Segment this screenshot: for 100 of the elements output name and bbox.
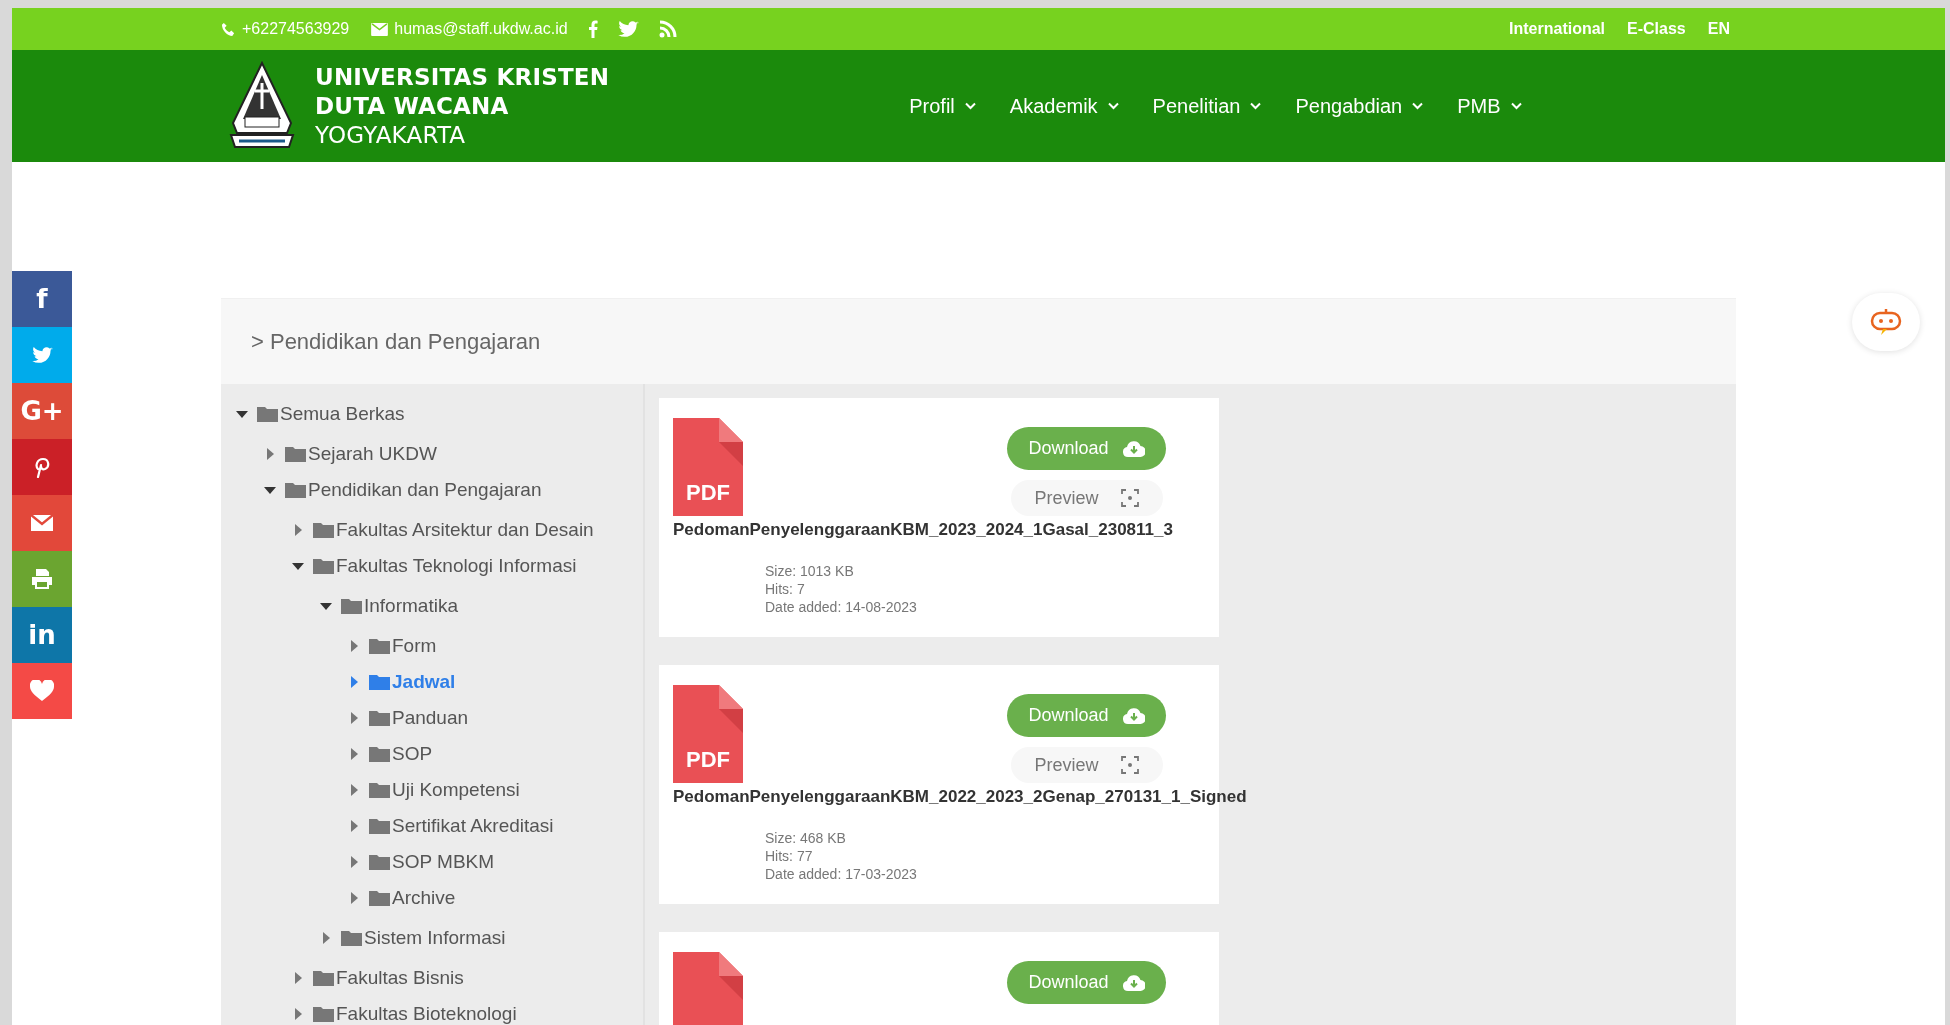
expanded-caret-icon[interactable] xyxy=(292,562,304,570)
chat-button[interactable] xyxy=(1852,293,1920,351)
folder-tree-item[interactable]: Form xyxy=(369,635,437,657)
folder-tree-item[interactable]: Archive xyxy=(369,887,456,909)
pdf-file-icon xyxy=(673,952,743,1025)
folder-icon xyxy=(341,930,362,946)
chevron-down-icon xyxy=(1107,102,1119,110)
expanded-caret-icon[interactable] xyxy=(236,410,248,418)
collapsed-caret-icon[interactable] xyxy=(350,676,358,688)
collapsed-caret-icon[interactable] xyxy=(322,932,330,944)
folder-icon xyxy=(369,818,390,834)
share-button[interactable]: in xyxy=(12,607,72,663)
collapsed-caret-icon[interactable] xyxy=(350,820,358,832)
phone-icon xyxy=(221,21,236,37)
folder-icon xyxy=(369,890,390,906)
folder-tree-item[interactable]: Fakultas Teknologi Informasi xyxy=(313,555,577,577)
collapsed-caret-icon[interactable] xyxy=(350,748,358,760)
collapsed-caret-icon[interactable] xyxy=(350,856,358,868)
folder-icon xyxy=(369,674,390,690)
folder-icon xyxy=(341,598,362,614)
share-button[interactable]: f xyxy=(12,271,72,327)
nav-menu-item[interactable]: Akademik xyxy=(1009,94,1119,118)
pdf-file-icon: PDF xyxy=(673,418,743,516)
folder-icon xyxy=(369,710,390,726)
cloud-download-icon xyxy=(1122,974,1145,991)
facebook-icon[interactable] xyxy=(587,20,598,38)
folder-icon xyxy=(285,446,306,462)
twitter-share-button[interactable] xyxy=(12,327,72,383)
file-size: Size: 1013 KB xyxy=(765,562,855,580)
folder-tree-item[interactable]: Uji Kompetensi xyxy=(369,779,520,801)
file-hits: Hits: 7 xyxy=(765,580,806,598)
folder-icon xyxy=(313,558,334,574)
focus-icon xyxy=(1120,756,1139,774)
folder-icon xyxy=(285,482,306,498)
nav-menu-item[interactable]: Penelitian xyxy=(1152,94,1262,118)
bird-icon xyxy=(31,346,53,364)
pinterest-share-button[interactable] xyxy=(12,439,72,495)
preview-button[interactable]: Preview xyxy=(1010,480,1163,516)
folder-icon xyxy=(257,406,278,422)
folder-tree-item[interactable]: Sejarah UKDW xyxy=(285,443,437,465)
folder-icon xyxy=(313,522,334,538)
collapsed-caret-icon[interactable] xyxy=(294,972,302,984)
phone-number: +62274563929 xyxy=(242,20,350,38)
twitter-icon[interactable] xyxy=(617,20,639,38)
university-name-line: YOGYAKARTA xyxy=(315,120,467,150)
cloud-download-icon xyxy=(1122,440,1145,457)
print-button[interactable] xyxy=(12,551,72,607)
chevron-down-icon xyxy=(1412,102,1424,110)
nav-menu-item[interactable]: Profil xyxy=(909,94,976,118)
folder-tree-item[interactable]: Panduan xyxy=(369,707,469,729)
folder-tree-item[interactable]: Sertifikat Akreditasi xyxy=(369,815,554,837)
nav-menu-item[interactable]: PMB xyxy=(1457,94,1522,118)
folder-icon xyxy=(313,1006,334,1022)
cloud-download-icon xyxy=(1122,707,1145,724)
folder-tree-item[interactable]: Fakultas Bioteknologi xyxy=(313,1003,517,1025)
collapsed-caret-icon[interactable] xyxy=(350,892,358,904)
email-address: humas@staff.ukdw.ac.id xyxy=(394,20,568,38)
expanded-caret-icon[interactable] xyxy=(320,602,332,610)
collapsed-caret-icon[interactable] xyxy=(266,448,274,460)
focus-icon xyxy=(1120,489,1139,507)
file-size: Size: 468 KB xyxy=(765,829,847,847)
folder-tree-item[interactable]: Sistem Informasi xyxy=(341,927,506,949)
preview-button[interactable]: Preview xyxy=(1010,747,1163,783)
folder-tree-item[interactable]: Pendidikan dan Pengajaran xyxy=(285,479,542,501)
folder-icon xyxy=(369,854,390,870)
printer-icon xyxy=(30,568,54,590)
email-share-button[interactable] xyxy=(12,495,72,551)
folder-tree-item[interactable]: SOP MBKM xyxy=(369,851,495,873)
collapsed-caret-icon[interactable] xyxy=(350,640,358,652)
collapsed-caret-icon[interactable] xyxy=(350,784,358,796)
file-name: PedomanPenyelenggaraanKBM_2023_2024_1Gasal_230811_3 xyxy=(673,520,1173,540)
nav-menu-item[interactable]: Pengabdian xyxy=(1295,94,1424,118)
folder-tree-item[interactable]: Fakultas Arsitektur dan Desain xyxy=(313,519,594,541)
collapsed-caret-icon[interactable] xyxy=(294,524,302,536)
share-button[interactable]: G+ xyxy=(12,383,72,439)
pdf-file-icon: PDF xyxy=(673,685,743,783)
folder-icon xyxy=(313,970,334,986)
pinterest-icon xyxy=(34,456,50,478)
university-name-line: UNIVERSITAS KRISTEN xyxy=(315,62,610,92)
folder-icon xyxy=(369,782,390,798)
collapsed-caret-icon[interactable] xyxy=(350,712,358,724)
mail-icon xyxy=(371,22,389,36)
chevron-down-icon xyxy=(964,102,976,110)
rss-icon[interactable] xyxy=(658,20,677,38)
collapsed-caret-icon[interactable] xyxy=(294,1008,302,1020)
folder-icon xyxy=(369,746,390,762)
chevron-down-icon xyxy=(1250,102,1262,110)
envelope-icon xyxy=(31,515,53,531)
chevron-down-icon xyxy=(1510,102,1522,110)
folder-tree-item[interactable]: Semua Berkas xyxy=(257,403,405,425)
file-hits: Hits: 77 xyxy=(765,847,814,865)
folder-tree-item[interactable]: Jadwal xyxy=(369,671,456,693)
university-name-line: DUTA WACANA xyxy=(315,91,510,121)
file-date-added: Date added: 17-03-2023 xyxy=(765,865,918,883)
chatbot-icon xyxy=(1870,308,1902,336)
folder-tree-item[interactable]: Fakultas Bisnis xyxy=(313,967,464,989)
folder-tree-item[interactable]: SOP xyxy=(369,743,433,765)
folder-tree-item[interactable]: Informatika xyxy=(341,595,458,617)
favorite-button[interactable] xyxy=(12,663,72,719)
expanded-caret-icon[interactable] xyxy=(264,486,276,494)
